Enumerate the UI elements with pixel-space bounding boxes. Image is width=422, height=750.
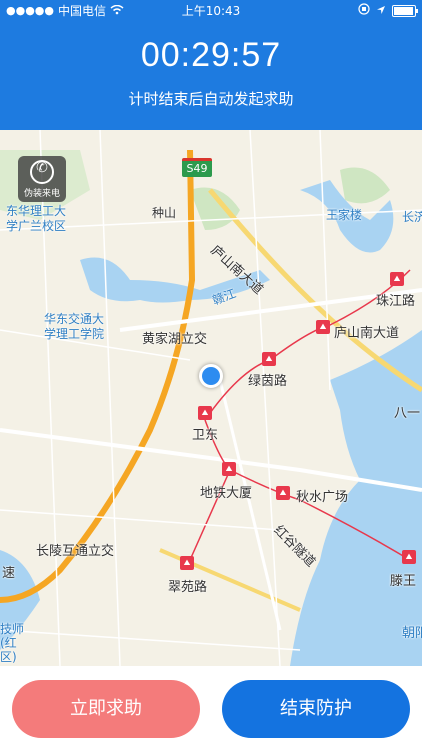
end-protection-button[interactable]: 结束防护 <box>222 680 410 738</box>
metro-station-icon <box>390 272 404 286</box>
bottom-action-bar: 立即求助 结束防护 <box>0 666 422 750</box>
map-label-lushan-road-2: 庐山南大道 <box>334 326 400 341</box>
metro-station-icon <box>180 556 194 570</box>
battery-icon <box>392 5 418 17</box>
current-location-marker <box>199 364 223 388</box>
metro-station-icon <box>198 406 212 420</box>
map-label-tengwang: 滕王 <box>390 574 417 589</box>
map-label-qiushui: 秋水广场 <box>296 490 349 505</box>
metro-station-icon <box>262 352 276 366</box>
highway-badge: S49 <box>182 158 212 177</box>
countdown-subtitle: 计时结束后自动发起求助 <box>128 90 294 108</box>
map-label-chang: 长济 <box>402 210 422 224</box>
map-label-chao: 朝阳 <box>402 626 422 641</box>
metro-station-icon <box>402 550 416 564</box>
help-now-button[interactable]: 立即求助 <box>12 680 200 738</box>
fake-call-button[interactable]: 伪装来电 <box>18 156 66 202</box>
status-right <box>358 0 418 22</box>
map-view[interactable]: 伪装来电 S49 东华理工大 学广兰校区 种山 王家楼 长济 庐山南大道 赣江 … <box>0 130 422 666</box>
map-label-weidong: 卫东 <box>192 428 219 443</box>
map-label-ditie: 地铁大厦 <box>200 486 253 501</box>
map-label-wangjialou: 王家楼 <box>326 208 363 222</box>
location-arrow-icon <box>376 0 386 22</box>
countdown-timer: 00:29:57 <box>140 36 282 74</box>
map-label-jishi: 技师 (红 区) <box>0 622 25 664</box>
map-label-su: 速 <box>2 566 16 581</box>
fake-call-label: 伪装来电 <box>23 188 60 199</box>
phone-icon <box>30 159 54 184</box>
map-label-zhongshan: 种山 <box>152 206 177 220</box>
map-label-huadong: 华东交通大 学理工学院 <box>44 312 105 341</box>
status-bar: ●●●●● 中国电信 上午10:43 <box>0 0 422 22</box>
map-label-ba: 八一 <box>394 406 421 421</box>
metro-station-icon <box>222 462 236 476</box>
metro-station-icon <box>316 320 330 334</box>
map-label-huangjiahu: 黄家湖立交 <box>142 332 208 347</box>
map-label-cuiyuan: 翠苑路 <box>168 580 208 595</box>
orientation-lock-icon <box>358 0 370 22</box>
header: ●●●●● 中国电信 上午10:43 00:29:57 计时结束后自动发起求助 <box>0 0 422 130</box>
map-label-changling: 长陵互通立交 <box>36 544 115 559</box>
map-label-donghua: 东华理工大 学广兰校区 <box>6 204 67 233</box>
map-label-zhujiang: 珠江路 <box>376 294 416 309</box>
map-label-lvyin: 绿茵路 <box>248 374 288 389</box>
metro-station-icon <box>276 486 290 500</box>
